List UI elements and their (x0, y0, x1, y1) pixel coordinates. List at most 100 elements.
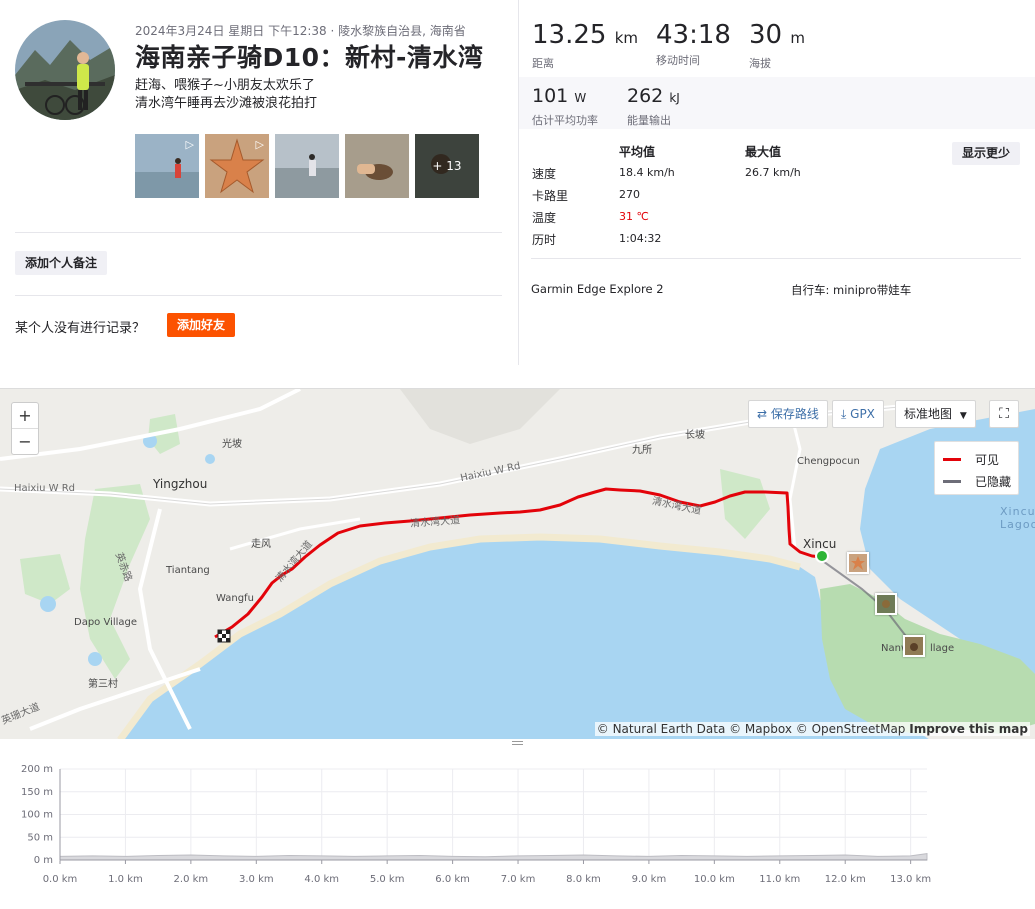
photo-thumbnail[interactable]: ▷ (205, 134, 269, 198)
route-icon: ⇄ (757, 407, 768, 421)
map-label: 长坡 (685, 430, 705, 441)
fullscreen-icon: ⛶ (999, 406, 1009, 422)
elevation-unit: m (790, 29, 805, 47)
map-label: 走风 (251, 539, 271, 550)
attribution-text: © Natural Earth Data © Mapbox © OpenStre… (596, 722, 910, 736)
legend-visible-label: 可见 (975, 453, 1000, 467)
photo-thumbnail[interactable] (275, 134, 339, 198)
y-tick-label: 200 m (21, 764, 53, 775)
road (788, 408, 802, 550)
column-header-average: 平均值 (619, 145, 656, 159)
stat-moving-time: 43:18 移动时间 (656, 20, 731, 68)
x-tick-label: 8.0 km (566, 874, 601, 885)
detail-row-label: 温度 (532, 211, 557, 225)
x-tick-label: 7.0 km (501, 874, 536, 885)
zoom-in-button[interactable]: + (12, 403, 38, 429)
photo-pin[interactable] (847, 552, 869, 574)
download-icon: ⤓ (841, 407, 847, 421)
park (720, 469, 770, 539)
activity-description: 赶海、喂猴子~小朋友太欢乐了 清水湾午睡再去沙滩被浪花拍打 (135, 77, 317, 113)
x-tick-label: 1.0 km (108, 874, 143, 885)
map-type-dropdown[interactable]: 标准地图 ▼ (895, 400, 976, 428)
stat-distance: 13.25 km 距离 (532, 20, 638, 71)
x-tick-label: 10.0 km (694, 874, 735, 885)
moving-time-value: 43:18 (656, 20, 731, 50)
x-tick-label: 0.0 km (43, 874, 78, 885)
stat-power: 101 W 估计平均功率 (532, 84, 598, 128)
photo-strip: ▷ ▷ + 13 (135, 134, 479, 198)
map-label: 光坡 (222, 439, 242, 450)
map-legend: 可见 已隐藏 (934, 441, 1019, 495)
y-tick-label: 50 m (27, 832, 53, 843)
map-label: 九所 (632, 445, 652, 456)
elevation-area[interactable] (59, 853, 928, 861)
y-tick-label: 150 m (21, 787, 53, 798)
improve-map-link[interactable]: Improve this map (909, 722, 1028, 736)
x-tick-label: 5.0 km (370, 874, 405, 885)
elevation-value: 30 (749, 20, 783, 50)
detail-row-label: 卡路里 (532, 189, 569, 203)
legend-swatch (943, 480, 961, 483)
chevron-down-icon: ▼ (959, 411, 967, 421)
energy-unit: kJ (669, 91, 680, 105)
map-label: llage (930, 643, 955, 654)
detail-row-max: 26.7 km/h (745, 166, 801, 179)
legend-hidden: 已隐藏 (943, 473, 1011, 490)
map-label: Xincun Lagoon (1000, 505, 1035, 531)
gpx-download-button[interactable]: ⤓ GPX (832, 400, 884, 428)
x-tick-label: 2.0 km (174, 874, 209, 885)
photo-thumbnail[interactable] (345, 134, 409, 198)
fullscreen-button[interactable]: ⛶ (989, 400, 1019, 428)
distance-unit: km (614, 29, 639, 47)
energy-label: 能量输出 (627, 114, 671, 127)
park (20, 554, 70, 604)
distance-label: 距离 (532, 57, 554, 70)
x-tick-label: 6.0 km (435, 874, 470, 885)
map-label: Yingzhou (153, 477, 208, 491)
terrain (400, 389, 560, 444)
athlete-avatar[interactable] (15, 20, 115, 120)
resize-handle[interactable] (512, 741, 523, 745)
photo-pin[interactable] (903, 635, 925, 657)
park (80, 484, 150, 679)
column-header-max: 最大值 (745, 145, 782, 159)
map-attribution: © Natural Earth Data © Mapbox © OpenStre… (594, 722, 1030, 736)
stat-elevation: 30 m 海拔 (749, 20, 805, 71)
add-friend-button[interactable]: 添加好友 (167, 313, 236, 337)
photo-thumbnail[interactable]: ▷ (135, 134, 199, 198)
photo-thumbnail-more[interactable]: + 13 (415, 134, 479, 198)
description-line: 赶海、喂猴子~小朋友太欢乐了 (135, 78, 315, 93)
elevation-label: 海拔 (749, 57, 771, 70)
distance-value: 13.25 (532, 20, 607, 50)
video-play-icon: ▷ (185, 138, 194, 151)
legend-swatch (943, 458, 961, 461)
detail-row-avg: 18.4 km/h (619, 166, 675, 179)
legend-visible: 可见 (943, 451, 999, 468)
divider (15, 232, 502, 233)
energy-value: 262 (627, 85, 664, 107)
zoom-out-button[interactable]: − (12, 429, 38, 455)
stat-energy: 262 kJ 能量输出 (627, 84, 680, 128)
finish-flag-icon[interactable] (217, 629, 231, 643)
add-private-note-button[interactable]: 添加个人备注 (15, 251, 108, 275)
start-marker[interactable] (815, 549, 829, 563)
map-label: Tiantang (166, 565, 210, 576)
sea (120, 537, 929, 739)
bike-name: 自行车: minipro带娃车 (791, 283, 912, 297)
elevation-chart[interactable]: 200 m 150 m 100 m 50 m 0 m 0.0 km 1.0 km 2.0 km… (0, 758, 1035, 898)
map-label: Haixiu W Rd (14, 483, 76, 494)
activity-meta: 2024年3月24日 星期日 下午12:38 · 陵水黎族自治县, 海南省 (135, 24, 466, 38)
show-less-button[interactable]: 显示更少 (952, 142, 1021, 165)
map-label: Wangfu (216, 593, 254, 604)
moving-time-label: 移动时间 (656, 54, 700, 67)
device-name: Garmin Edge Explore 2 (531, 282, 664, 296)
save-route-button[interactable]: ⇄ 保存路线 (748, 400, 828, 428)
photo-pin[interactable] (875, 593, 897, 615)
map-label: 第三村 (88, 679, 118, 690)
y-tick-label: 0 m (34, 855, 53, 866)
y-tick-label: 100 m (21, 810, 53, 821)
detail-row-avg: 1:04:32 (619, 232, 662, 245)
detail-row-label: 速度 (532, 167, 557, 181)
route-map[interactable]: 光坡 Haixiu W Rd Yingzhou Haixiu W Rd 九所 长… (0, 388, 1035, 739)
more-photos-count: + 13 (415, 134, 479, 198)
